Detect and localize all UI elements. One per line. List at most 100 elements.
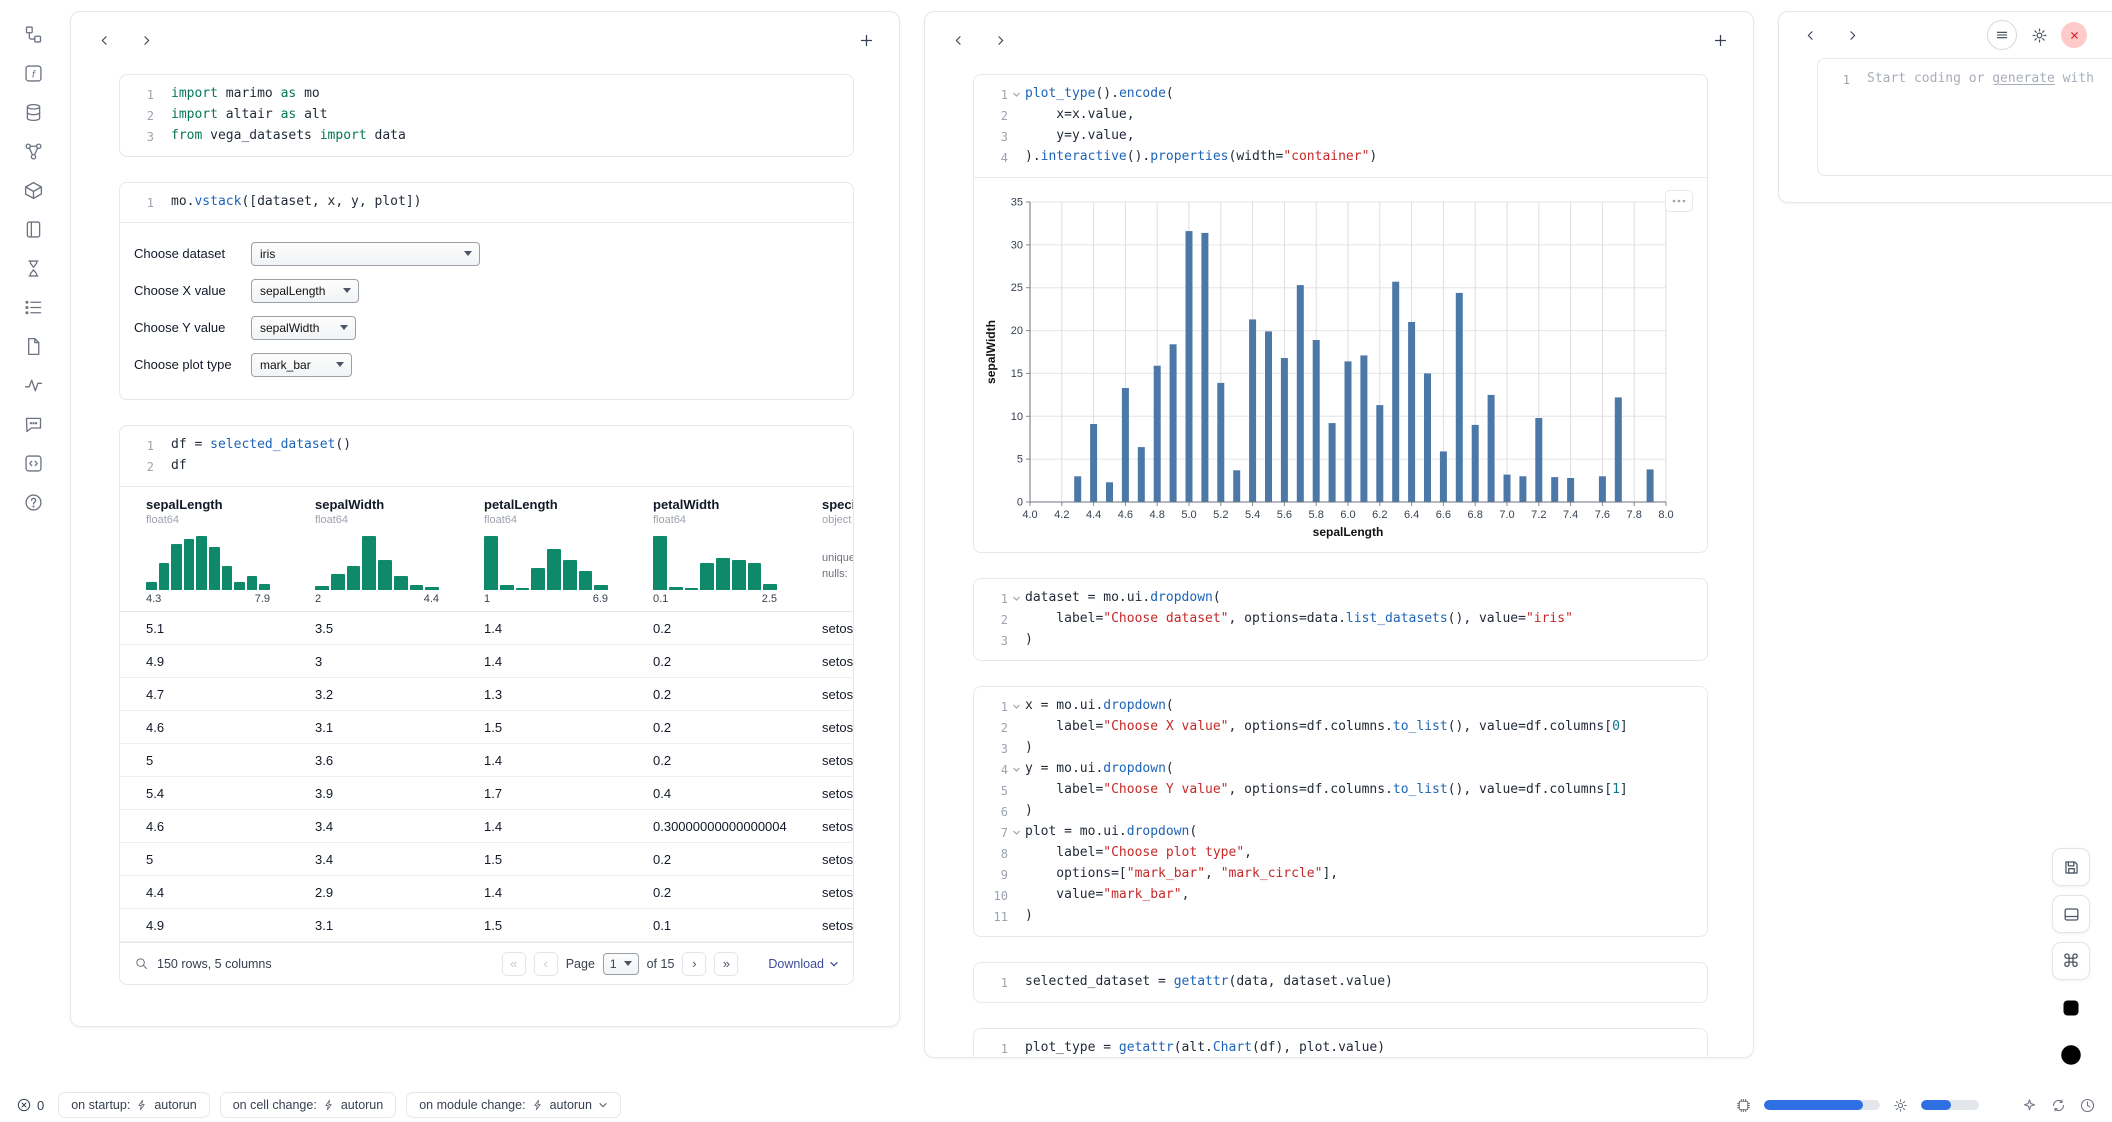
code-line[interactable]: 1dataset = mo.ui.dropdown( — [982, 588, 1693, 609]
column-collapse-left-button[interactable] — [947, 29, 969, 51]
table-row[interactable]: 5.43.91.70.4setosa — [120, 777, 853, 810]
code-line[interactable]: 2 label="Choose X value", options=df.col… — [982, 717, 1693, 738]
runtime-chip[interactable]: on cell change:autorun — [220, 1092, 397, 1118]
table-row[interactable]: 4.63.11.50.2setosa — [120, 711, 853, 744]
fold-chevron-icon[interactable] — [1008, 696, 1025, 717]
last-page-button[interactable]: » — [714, 952, 738, 976]
fold-chevron-icon[interactable] — [1008, 588, 1025, 609]
code-line[interactable]: 6) — [982, 801, 1693, 822]
save-button[interactable] — [2052, 848, 2090, 886]
column-collapse-left-button[interactable] — [1799, 24, 1821, 46]
table-row[interactable]: 53.41.50.2setosa — [120, 843, 853, 876]
code-line[interactable]: 2 x=x.value, — [982, 105, 1693, 126]
code-line[interactable]: 3from vega_datasets import data — [128, 126, 839, 147]
code-editor[interactable]: 1mo.vstack([dataset, x, y, plot]) — [120, 183, 853, 222]
code-editor[interactable]: 1plot_type().encode(2 x=x.value,3 y=y.va… — [974, 75, 1707, 177]
column-header[interactable]: petalWidthfloat640.12.5 — [627, 497, 796, 605]
table-row[interactable]: 4.63.41.40.30000000000000004setosa — [120, 810, 853, 843]
table-row[interactable]: 4.931.40.2setosa — [120, 645, 853, 678]
app-view-button[interactable] — [2052, 989, 2090, 1027]
generate-link[interactable]: generate — [1992, 71, 2055, 86]
variables-icon[interactable]: f — [21, 61, 45, 85]
table-row[interactable]: 4.73.21.30.2setosa — [120, 678, 853, 711]
code-line[interactable]: 1plot_type = getattr(alt.Chart(df), plot… — [982, 1038, 1693, 1058]
runtime-chip[interactable]: on module change:autorun — [406, 1092, 621, 1118]
fold-chevron-icon[interactable] — [1008, 759, 1025, 780]
column-header[interactable]: speciesobjectunique:nulls: — [796, 497, 854, 605]
chart-menu-button[interactable] — [1665, 190, 1693, 212]
download-button[interactable]: Download — [768, 957, 839, 971]
table-row[interactable]: 5.13.51.40.2setosa — [120, 612, 853, 645]
add-cell-button[interactable] — [855, 29, 877, 51]
code-editor[interactable]: 1dataset = mo.ui.dropdown(2 label="Choos… — [974, 579, 1707, 660]
code-editor[interactable]: 1plot_type = getattr(alt.Chart(df), plot… — [974, 1029, 1707, 1058]
column-header[interactable]: sepalWidthfloat6424.4 — [289, 497, 458, 605]
column-collapse-right-button[interactable] — [135, 29, 157, 51]
layout-button[interactable] — [2052, 895, 2090, 933]
plot-type-select[interactable]: mark_bar — [251, 353, 352, 377]
code-editor[interactable]: 1df = selected_dataset()2df — [120, 426, 853, 486]
code-line[interactable]: 3) — [982, 630, 1693, 651]
code-line[interactable]: 1selected_dataset = getattr(data, datase… — [982, 972, 1693, 993]
table-row[interactable]: 4.93.11.50.1setosa — [120, 909, 853, 942]
settings-button[interactable] — [2028, 24, 2050, 46]
cell-placeholder[interactable]: Start coding or generate with — [1867, 69, 2094, 165]
x-value-select[interactable]: sepalLength — [251, 279, 359, 303]
column-collapse-left-button[interactable] — [93, 29, 115, 51]
column-header[interactable]: petalLengthfloat6416.9 — [458, 497, 627, 605]
code-line[interactable]: 11) — [982, 906, 1693, 927]
code-line[interactable]: 3) — [982, 738, 1693, 759]
datasources-icon[interactable] — [21, 100, 45, 124]
code-line[interactable]: 9 options=["mark_bar", "mark_circle"], — [982, 864, 1693, 885]
close-button[interactable] — [2061, 22, 2087, 48]
file-tree-icon[interactable] — [21, 22, 45, 46]
documentation-icon[interactable] — [21, 334, 45, 358]
error-indicator[interactable]: 0 — [16, 1097, 44, 1113]
code-line[interactable]: 5 label="Choose Y value", options=df.col… — [982, 780, 1693, 801]
ai-assist-button[interactable] — [2021, 1097, 2038, 1114]
keyboard-shortcuts-button[interactable]: ⌘ — [2052, 942, 2090, 980]
code-line[interactable]: 1x = mo.ui.dropdown( — [982, 696, 1693, 717]
snippets-icon[interactable] — [21, 451, 45, 475]
dataset-select[interactable]: iris — [251, 242, 480, 266]
code-line[interactable]: 2import altair as alt — [128, 105, 839, 126]
code-line[interactable]: 1import marimo as mo — [128, 84, 839, 105]
prev-page-button[interactable]: ‹ — [534, 952, 558, 976]
code-line[interactable]: 1df = selected_dataset() — [128, 435, 839, 456]
dependency-graph-icon[interactable] — [21, 139, 45, 163]
code-line[interactable]: 10 value="mark_bar", — [982, 885, 1693, 906]
runtime-chip[interactable]: on startup:autorun — [58, 1092, 209, 1118]
recent-runs-button[interactable] — [2079, 1097, 2096, 1114]
chart-svg[interactable]: 4.04.24.44.64.85.05.25.45.65.86.06.26.46… — [984, 192, 1678, 544]
menu-button[interactable] — [1987, 20, 2017, 50]
code-line[interactable]: 4y = mo.ui.dropdown( — [982, 759, 1693, 780]
column-collapse-right-button[interactable] — [989, 29, 1011, 51]
chat-icon[interactable] — [21, 412, 45, 436]
packages-icon[interactable] — [21, 178, 45, 202]
code-line[interactable]: 2df — [128, 456, 839, 477]
code-line[interactable]: 8 label="Choose plot type", — [982, 843, 1693, 864]
code-editor[interactable]: 1selected_dataset = getattr(data, datase… — [974, 963, 1707, 1002]
first-page-button[interactable]: « — [502, 952, 526, 976]
notebook-icon[interactable] — [21, 217, 45, 241]
page-select[interactable]: 1 — [603, 953, 639, 975]
code-line[interactable]: 7plot = mo.ui.dropdown( — [982, 822, 1693, 843]
column-header[interactable]: sepalLengthfloat644.37.9 — [120, 497, 289, 605]
memory-meter[interactable] — [1764, 1100, 1880, 1110]
code-editor[interactable]: 1import marimo as mo2import altair as al… — [120, 75, 853, 156]
add-cell-button[interactable] — [1709, 29, 1731, 51]
code-line[interactable]: 2 label="Choose dataset", options=data.l… — [982, 609, 1693, 630]
next-page-button[interactable]: › — [682, 952, 706, 976]
y-value-select[interactable]: sepalWidth — [251, 316, 356, 340]
code-line[interactable]: 1plot_type().encode( — [982, 84, 1693, 105]
tracing-icon[interactable] — [21, 373, 45, 397]
fold-chevron-icon[interactable] — [1008, 84, 1025, 105]
history-icon[interactable] — [21, 256, 45, 280]
table-row[interactable]: 53.61.40.2setosa — [120, 744, 853, 777]
search-icon[interactable] — [134, 956, 149, 971]
help-icon[interactable] — [21, 490, 45, 514]
restart-kernel-button[interactable] — [2050, 1097, 2067, 1114]
altair-chart[interactable]: 4.04.24.44.64.85.05.25.45.65.86.06.26.46… — [984, 192, 1697, 544]
fold-chevron-icon[interactable] — [1008, 822, 1025, 843]
logs-icon[interactable] — [21, 295, 45, 319]
